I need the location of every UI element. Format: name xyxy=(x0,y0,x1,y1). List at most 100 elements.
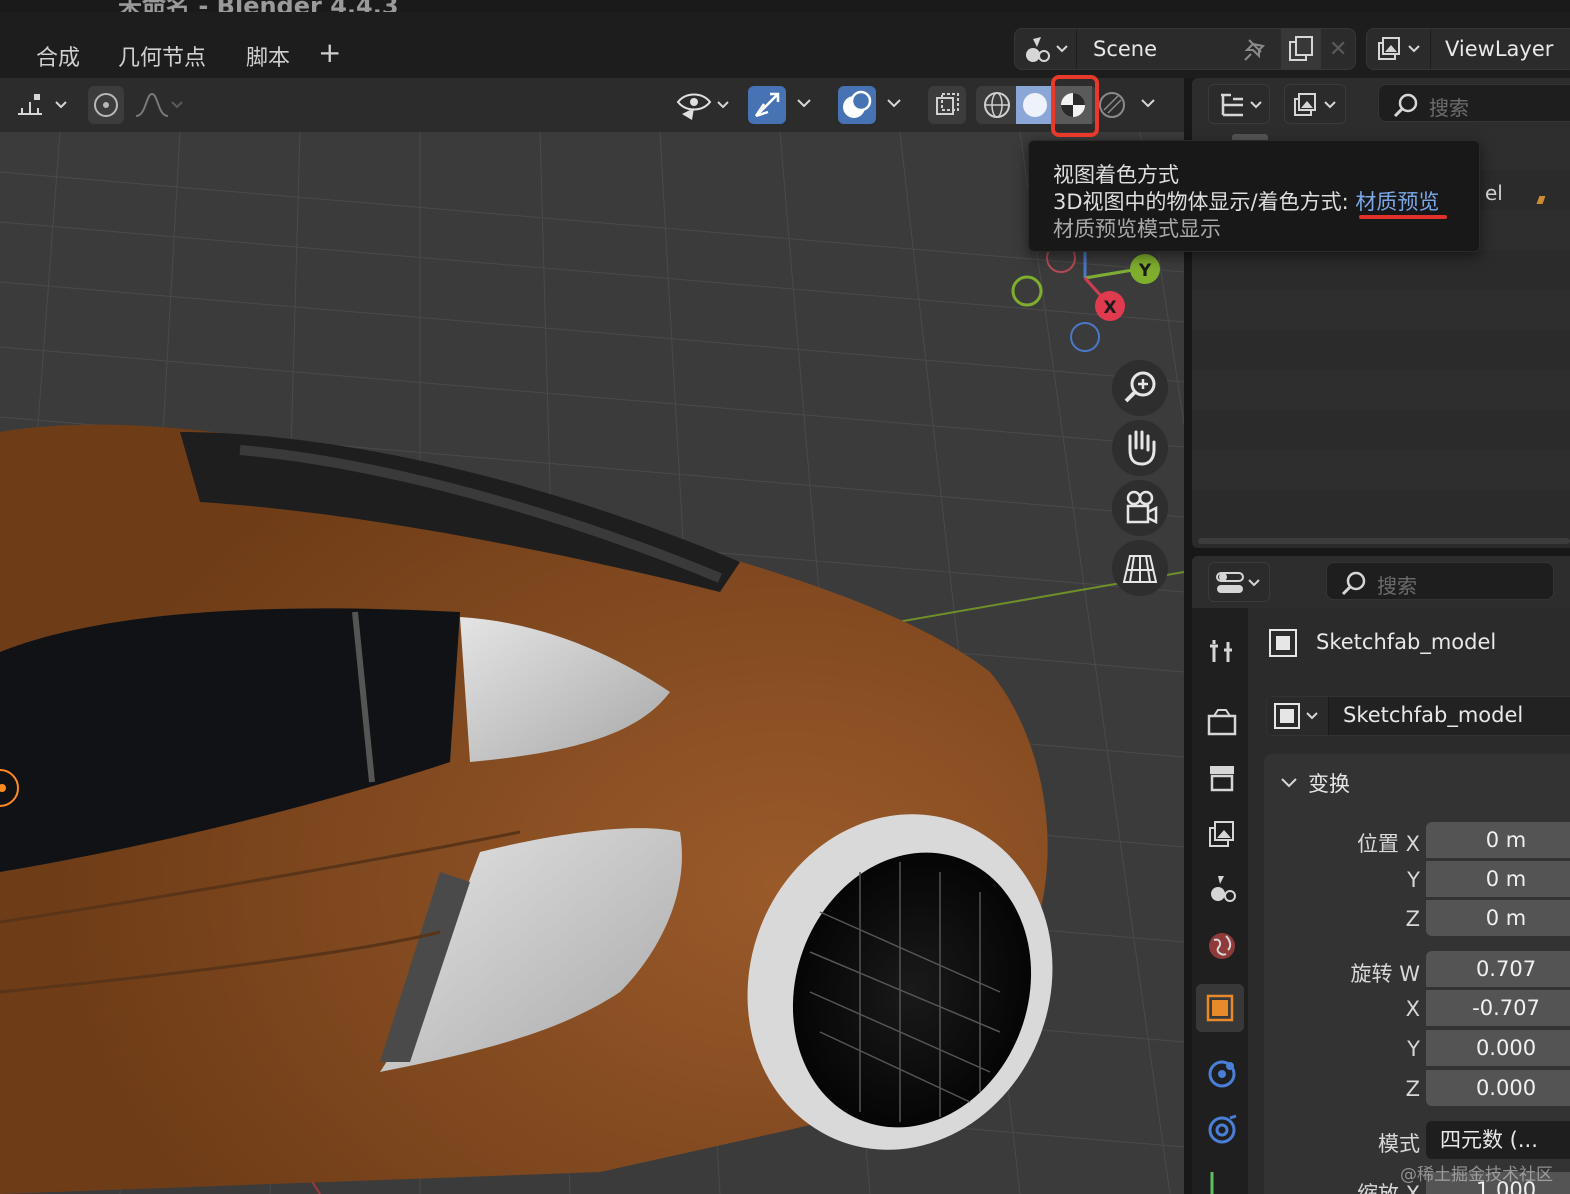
falloff-curve-icon[interactable] xyxy=(130,88,190,124)
camera-icon xyxy=(1126,490,1158,525)
tab-scripting[interactable]: 脚本 xyxy=(246,40,290,72)
scene-tab-icon[interactable] xyxy=(1204,872,1240,908)
object-datablock-name[interactable]: Sketchfab_model xyxy=(1343,703,1523,727)
properties-icon xyxy=(1216,572,1260,593)
view-layer-selector[interactable]: ViewLayer xyxy=(1366,28,1570,70)
gizmo-dropdown-chevron-icon[interactable] xyxy=(794,90,816,120)
search-icon xyxy=(1341,571,1366,596)
tooltip-description: 3D视图中的物体显示/着色方式: 材质预览 xyxy=(1053,186,1439,216)
snapping-increment-icon[interactable] xyxy=(0,88,80,124)
perspective-toggle-button[interactable] xyxy=(1112,540,1168,596)
pan-button[interactable] xyxy=(1112,420,1168,476)
viewport-header xyxy=(0,78,1184,132)
world-tab-icon[interactable] xyxy=(1204,928,1240,964)
view-layer-icon xyxy=(1378,37,1420,60)
outliner-search-placeholder: 搜索 xyxy=(1429,96,1469,120)
xray-toggle-button[interactable] xyxy=(928,86,966,124)
scene-selector[interactable]: Scene ✕ xyxy=(1014,28,1356,70)
close-icon[interactable]: ✕ xyxy=(1329,37,1347,62)
physics-tab-icon[interactable] xyxy=(1204,1112,1240,1148)
tab-geometry-nodes[interactable]: 几何节点 xyxy=(118,40,206,72)
tool-tab-icon[interactable] xyxy=(1204,632,1240,668)
scene-name-field[interactable]: Scene xyxy=(1093,37,1157,61)
constraints-tab-icon[interactable] xyxy=(1204,1168,1240,1194)
workspace-tab-bar: 合成 几何节点 脚本 + Scene ✕ ViewLayer xyxy=(0,12,1570,78)
outliner-editor-type-button[interactable] xyxy=(1208,84,1270,124)
outliner-row[interactable] xyxy=(1192,370,1570,410)
negative-y-axis-handle[interactable] xyxy=(1011,275,1043,307)
3d-viewport[interactable]: Y X xyxy=(0,78,1184,1194)
outliner-row[interactable] xyxy=(1192,330,1570,370)
scene-type-dropdown[interactable] xyxy=(1015,29,1077,69)
view-layer-dropdown[interactable] xyxy=(1367,29,1431,69)
visibility-eye-icon[interactable] xyxy=(674,86,738,124)
material-preview-highlight xyxy=(1051,75,1099,137)
new-scene-button[interactable] xyxy=(1281,29,1321,69)
rotation-x-field[interactable]: -0.707 xyxy=(1426,990,1570,1026)
transform-panel-title[interactable]: 变换 xyxy=(1308,768,1350,798)
outliner-scrollbar[interactable] xyxy=(1198,538,1570,544)
add-workspace-button[interactable]: + xyxy=(318,36,341,69)
x-axis-label: X xyxy=(1103,298,1116,318)
properties-editor-type-button[interactable] xyxy=(1208,562,1270,602)
rotation-w-field[interactable]: 0.707 xyxy=(1426,951,1570,987)
proportional-edit-icon xyxy=(94,93,118,117)
chevron-down-icon[interactable] xyxy=(1278,772,1302,794)
current-mode-underline xyxy=(1359,215,1447,219)
transform-panel: 变换 位置 X 0 m Y 0 m Z 0 m 旋转 W 0.707 X -0.… xyxy=(1264,754,1570,1194)
shading-dropdown-chevron-icon[interactable] xyxy=(1138,90,1160,120)
outliner-search-input[interactable]: 搜索 xyxy=(1378,84,1570,122)
display-mode-button[interactable] xyxy=(1284,84,1346,124)
car-model[interactable] xyxy=(0,424,1099,1194)
gizmo-toggle-button[interactable] xyxy=(748,86,786,124)
object-datablock-selector[interactable]: Sketchfab_model xyxy=(1266,696,1570,736)
overlays-toggle-button[interactable] xyxy=(838,86,876,124)
properties-tab-sidebar xyxy=(1192,608,1248,1194)
hand-icon xyxy=(1128,430,1156,466)
rotation-y-label: Y xyxy=(1407,1037,1420,1061)
outliner-row[interactable] xyxy=(1192,490,1570,530)
object-tab-icon[interactable] xyxy=(1196,984,1244,1032)
overlays-dropdown-chevron-icon[interactable] xyxy=(884,90,906,120)
outliner-row[interactable] xyxy=(1192,290,1570,330)
outliner-row[interactable] xyxy=(1192,410,1570,450)
view-layer-name-field[interactable]: ViewLayer xyxy=(1445,37,1553,61)
location-y-field[interactable]: 0 m xyxy=(1426,861,1570,897)
proportional-edit-button[interactable] xyxy=(88,86,124,124)
outliner-row[interactable] xyxy=(1192,450,1570,490)
modifiers-tab-icon[interactable] xyxy=(1204,1056,1240,1092)
tooltip-current-mode: 材质预览 xyxy=(1355,190,1440,214)
rotation-y-field[interactable]: 0.000 xyxy=(1426,1030,1570,1066)
negative-z-axis-handle[interactable] xyxy=(1070,322,1100,352)
rotation-mode-value: 四元数 (... xyxy=(1440,1128,1538,1152)
location-x-field[interactable]: 0 m xyxy=(1426,822,1570,858)
object-name-label: Sketchfab_model xyxy=(1316,630,1497,654)
outliner-icon xyxy=(1221,93,1262,117)
view-layer-tab-icon[interactable] xyxy=(1204,816,1240,852)
scene-icon xyxy=(1026,37,1068,62)
tooltip-title: 视图着色方式 xyxy=(1053,163,1179,187)
solid-shading-icon[interactable] xyxy=(1016,86,1054,124)
rotation-z-field[interactable]: 0.000 xyxy=(1426,1070,1570,1106)
overlays-icon xyxy=(843,90,872,118)
location-z-field[interactable]: 0 m xyxy=(1426,900,1570,936)
output-tab-icon[interactable] xyxy=(1204,760,1240,796)
tab-compositing[interactable]: 合成 xyxy=(36,40,80,72)
rotation-w-label: 旋转 W xyxy=(1350,962,1420,986)
navigation-gizmo[interactable]: Y X xyxy=(1000,238,1180,358)
properties-search-input[interactable]: 搜索 xyxy=(1326,562,1554,600)
outliner-header: 搜索 xyxy=(1192,78,1570,130)
outliner-row[interactable] xyxy=(1192,250,1570,290)
rendered-shading-icon[interactable] xyxy=(1094,86,1132,124)
pin-icon[interactable] xyxy=(1239,34,1269,64)
rotation-mode-dropdown[interactable]: 四元数 (... xyxy=(1426,1121,1570,1159)
tooltip-detail: 材质预览模式显示 xyxy=(1053,217,1221,241)
wireframe-shading-icon[interactable] xyxy=(978,86,1016,124)
properties-search-placeholder: 搜索 xyxy=(1377,574,1417,598)
render-tab-icon[interactable] xyxy=(1204,704,1240,740)
camera-view-button[interactable] xyxy=(1112,480,1168,536)
zoom-button[interactable] xyxy=(1112,360,1168,416)
object-browse-button[interactable] xyxy=(1267,697,1329,735)
location-x-label: 位置 X xyxy=(1356,832,1420,856)
duplicate-icon xyxy=(1289,36,1313,61)
